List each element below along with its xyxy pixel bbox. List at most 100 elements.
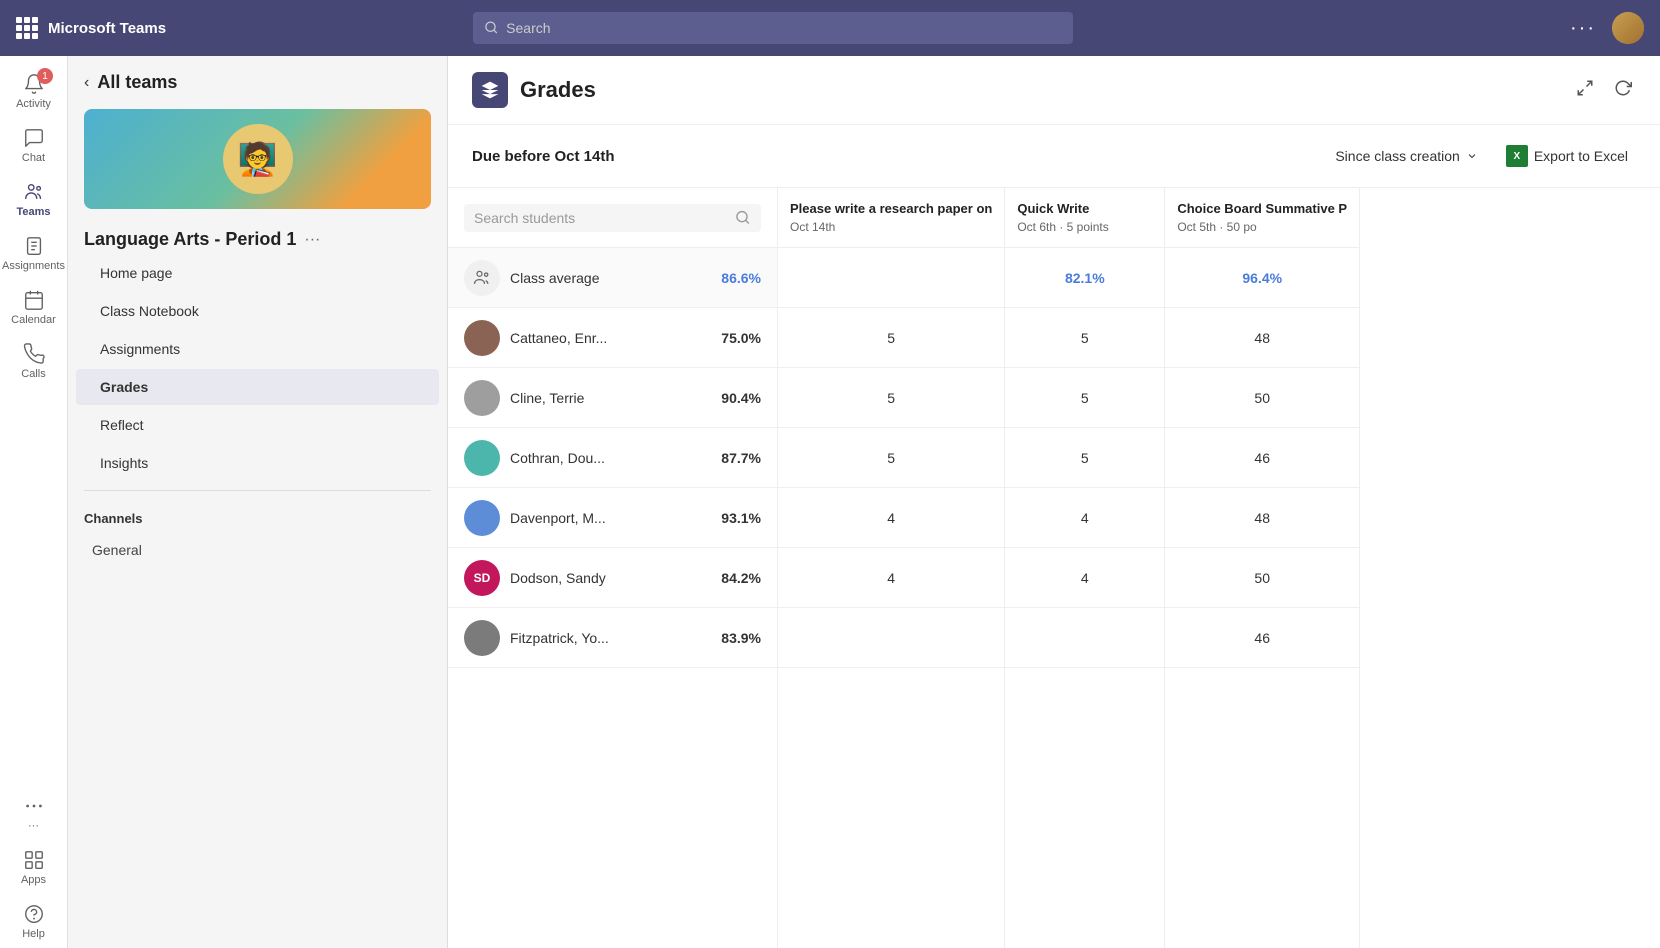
nav-item-reflect[interactable]: Reflect <box>76 407 439 443</box>
assignment-cell-qw-5[interactable] <box>1005 608 1164 668</box>
assignment-cell-qw-4[interactable]: 4 <box>1005 548 1164 608</box>
assignment-cell-cb-1[interactable]: 50 <box>1165 368 1359 428</box>
sidebar-item-assignments[interactable]: Assignments <box>0 226 67 280</box>
class-avg-icon <box>464 260 500 296</box>
student-avatar-davenport <box>464 500 500 536</box>
assignment-cell-research-0[interactable]: 5 <box>778 308 1004 368</box>
chat-icon <box>22 126 46 150</box>
assignment-cell-cb-2[interactable]: 46 <box>1165 428 1359 488</box>
sidebar-item-help[interactable]: Help <box>0 894 67 948</box>
assignment-cell-research-4[interactable]: 4 <box>778 548 1004 608</box>
user-avatar[interactable] <box>1612 12 1644 44</box>
assignment-cell-cb-avg: 96.4% <box>1165 248 1359 308</box>
student-row-cothran[interactable]: Cothran, Dou... 87.7% <box>448 428 777 488</box>
sidebar-item-apps[interactable]: Apps <box>0 840 67 894</box>
search-icon <box>485 21 498 35</box>
app-title: Microsoft Teams <box>48 20 166 37</box>
student-pct-fitzpatrick: 83.9% <box>721 630 761 646</box>
student-row-cattaneo[interactable]: Cattaneo, Enr... 75.0% <box>448 308 777 368</box>
grades-toolbar: Due before Oct 14th Since class creation… <box>448 125 1660 188</box>
channels-section: Channels <box>68 499 447 534</box>
student-row-davenport[interactable]: Davenport, M... 93.1% <box>448 488 777 548</box>
page-title: Grades <box>520 77 596 103</box>
teams-label: Teams <box>16 206 50 218</box>
student-row-cline[interactable]: Cline, Terrie 90.4% <box>448 368 777 428</box>
student-pct-davenport: 93.1% <box>721 510 761 526</box>
assignment-cell-cb-0[interactable]: 48 <box>1165 308 1359 368</box>
sidebar-item-teams[interactable]: Teams <box>0 172 67 226</box>
assignment-cell-research-1[interactable]: 5 <box>778 368 1004 428</box>
student-search-input[interactable] <box>474 210 728 226</box>
sidebar-item-calls[interactable]: Calls <box>0 334 67 388</box>
since-class-creation-filter[interactable]: Since class creation <box>1327 144 1486 168</box>
refresh-button[interactable] <box>1610 75 1636 106</box>
student-avatar-dodson: SD <box>464 560 500 596</box>
page-header-actions <box>1572 75 1636 106</box>
assignment-cell-qw-0[interactable]: 5 <box>1005 308 1164 368</box>
left-panel: ‹ All teams 🧑‍🏫 Language Arts - Period 1… <box>68 56 448 948</box>
back-button[interactable]: ‹ <box>84 74 89 92</box>
search-input[interactable] <box>506 20 1061 36</box>
sidebar-item-more[interactable]: ··· <box>0 786 67 840</box>
teacher-avatar: 🧑‍🏫 <box>223 124 293 194</box>
grades-area: Due before Oct 14th Since class creation… <box>448 125 1660 948</box>
channel-general[interactable]: General <box>68 534 447 566</box>
nav-item-grades[interactable]: Grades <box>76 369 439 405</box>
student-column: Class average 86.6% Cattaneo, Enr... 75.… <box>448 188 778 948</box>
student-name-cline: Cline, Terrie <box>510 390 711 406</box>
search-bar[interactable] <box>473 12 1073 44</box>
activity-badge: 1 <box>37 68 53 84</box>
nav-item-insights[interactable]: Insights <box>76 445 439 481</box>
assignment-cell-cb-4[interactable]: 50 <box>1165 548 1359 608</box>
assignment-cell-research-2[interactable]: 5 <box>778 428 1004 488</box>
nav-item-homepage[interactable]: Home page <box>76 255 439 291</box>
calls-icon <box>22 342 46 366</box>
topbar-right: ··· <box>1570 12 1644 44</box>
student-name-cattaneo: Cattaneo, Enr... <box>510 330 711 346</box>
more-options-button[interactable]: ··· <box>1570 17 1596 40</box>
assignment-cell-cb-5[interactable]: 46 <box>1165 608 1359 668</box>
student-search-icon <box>736 210 751 226</box>
grid-icon <box>16 17 38 39</box>
nav-item-assignments[interactable]: Assignments <box>76 331 439 367</box>
student-pct-dodson: 84.2% <box>721 570 761 586</box>
student-row-dodson[interactable]: SD Dodson, Sandy 84.2% <box>448 548 777 608</box>
class-title-row: Language Arts - Period 1 ··· <box>68 217 447 254</box>
sidebar-item-calendar[interactable]: Calendar <box>0 280 67 334</box>
class-card[interactable]: 🧑‍🏫 <box>84 109 431 209</box>
assignment-cell-qw-1[interactable]: 5 <box>1005 368 1164 428</box>
help-icon <box>22 902 46 926</box>
apps-icon <box>22 848 46 872</box>
calendar-icon <box>22 288 46 312</box>
since-filter-label: Since class creation <box>1335 148 1460 164</box>
assignment-name-quickwrite: Quick Write <box>1017 201 1152 218</box>
assignment-header-choiceboard: Choice Board Summative P Oct 5th · 50 po <box>1165 188 1359 248</box>
assignment-cell-qw-avg: 82.1% <box>1005 248 1164 308</box>
student-avatar-cattaneo <box>464 320 500 356</box>
assignment-cell-research-5[interactable] <box>778 608 1004 668</box>
more-icon <box>22 794 46 818</box>
export-excel-button[interactable]: X Export to Excel <box>1498 141 1636 171</box>
assignment-cell-qw-2[interactable]: 5 <box>1005 428 1164 488</box>
assignment-cell-cb-3[interactable]: 48 <box>1165 488 1359 548</box>
class-title: Language Arts - Period 1 <box>84 229 296 250</box>
assignment-meta-quickwrite: Oct 6th · 5 points <box>1017 220 1152 234</box>
student-search[interactable] <box>464 204 761 232</box>
sidebar-item-activity[interactable]: 1 Activity <box>0 64 67 118</box>
chat-label: Chat <box>22 152 45 164</box>
sidebar-item-chat[interactable]: Chat <box>0 118 67 172</box>
class-more-button[interactable]: ··· <box>304 231 320 249</box>
export-label: Export to Excel <box>1534 148 1628 164</box>
assignment-cell-qw-3[interactable]: 4 <box>1005 488 1164 548</box>
assignment-col-choiceboard: Choice Board Summative P Oct 5th · 50 po… <box>1165 188 1360 948</box>
nav-item-classnotebook[interactable]: Class Notebook <box>76 293 439 329</box>
student-pct-cattaneo: 75.0% <box>721 330 761 346</box>
assignment-cell-research-avg <box>778 248 1004 308</box>
avatar-image <box>1612 12 1644 44</box>
expand-button[interactable] <box>1572 75 1598 106</box>
student-pct-cline: 90.4% <box>721 390 761 406</box>
student-row-fitzpatrick[interactable]: Fitzpatrick, Yo... 83.9% <box>448 608 777 668</box>
assignment-cell-research-3[interactable]: 4 <box>778 488 1004 548</box>
help-label: Help <box>22 928 45 940</box>
assignment-name-choiceboard: Choice Board Summative P <box>1177 201 1347 218</box>
